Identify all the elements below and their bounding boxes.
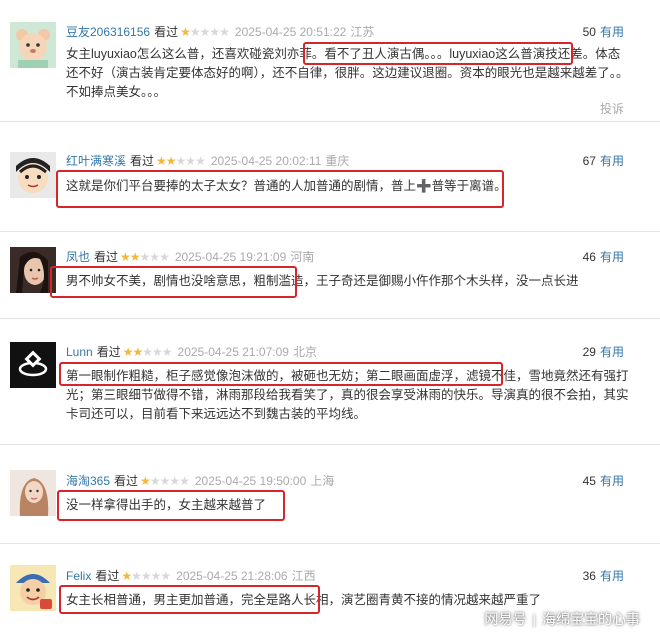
vote-count: 67 有用 bbox=[583, 153, 624, 169]
username-link[interactable]: 海淘365 bbox=[66, 474, 110, 488]
rating-stars: ★★★★★ bbox=[180, 25, 230, 39]
watermark-site: 网易号 bbox=[484, 611, 527, 627]
review-time: 2025-04-25 21:28:06 bbox=[176, 569, 288, 583]
rating-stars: ★★★★★ bbox=[122, 345, 173, 359]
watched-label: 看过 bbox=[114, 474, 139, 488]
review-location: 江西 bbox=[291, 569, 316, 583]
useful-button[interactable]: 有用 bbox=[600, 345, 624, 359]
vote-number: 45 bbox=[582, 474, 596, 488]
divider bbox=[0, 231, 660, 232]
watched-label: 看过 bbox=[130, 154, 155, 168]
vote-number: 46 bbox=[582, 250, 596, 264]
cartoon-avatar-icon bbox=[10, 565, 56, 611]
review-meta: 豆友206316156 看过 ★★★★★ 2025-04-25 20:51:22 江苏 bbox=[66, 24, 374, 40]
review-meta: 红叶满寒溪 看过 ★★★★★ 2025-04-25 20:02:11 重庆 bbox=[66, 153, 349, 169]
watermark-separator: | bbox=[532, 611, 536, 627]
portrait-avatar-icon bbox=[10, 470, 56, 516]
useful-button[interactable]: 有用 bbox=[600, 250, 624, 264]
divider bbox=[0, 121, 660, 122]
vote-number: 67 bbox=[582, 154, 596, 168]
review-location: 河南 bbox=[290, 250, 315, 264]
useful-button[interactable]: 有用 bbox=[600, 25, 624, 39]
watched-label: 看过 bbox=[95, 569, 120, 583]
avatar[interactable] bbox=[10, 342, 56, 388]
watched-label: 看过 bbox=[96, 345, 121, 359]
avatar[interactable] bbox=[10, 247, 56, 293]
review-meta: 凤也 看过 ★★★★★ 2025-04-25 19:21:09 河南 bbox=[66, 249, 314, 265]
username-link[interactable]: 红叶满寒溪 bbox=[66, 154, 126, 168]
vote-count: 50 有用 bbox=[583, 24, 624, 40]
report-link[interactable]: 投诉 bbox=[600, 100, 624, 117]
divider bbox=[0, 318, 660, 319]
review-time: 2025-04-25 21:07:09 bbox=[177, 345, 289, 359]
portrait-avatar-icon bbox=[10, 247, 56, 293]
watched-label: 看过 bbox=[94, 250, 119, 264]
username-link[interactable]: 豆友206316156 bbox=[66, 25, 150, 39]
review-location: 上海 bbox=[310, 474, 335, 488]
review-text: 男不帅女不美，剧情也没啥意思，粗制滥造，王子奇还是御赐小仵作那个木头样，没一点长… bbox=[66, 274, 579, 288]
review-text: 没一样拿得出手的，女主越来越普了 bbox=[66, 498, 267, 512]
avatar[interactable] bbox=[10, 22, 56, 68]
username-link[interactable]: 凤也 bbox=[66, 250, 90, 264]
review-time: 2025-04-25 20:02:11 bbox=[210, 154, 322, 168]
review-text: 女主长相普通，男主更加普通，完全是路人长相，演艺圈青黄不接的情况越来越严重了 bbox=[66, 593, 542, 607]
vote-count: 36 有用 bbox=[583, 568, 624, 584]
vote-count: 29 有用 bbox=[583, 344, 624, 360]
review-meta: Felix 看过 ★★★★★ 2025-04-25 21:28:06 江西 bbox=[66, 568, 316, 584]
review-time: 2025-04-25 19:50:00 bbox=[194, 474, 307, 488]
useful-button[interactable]: 有用 bbox=[600, 474, 624, 488]
vote-count: 46 有用 bbox=[583, 249, 624, 265]
rating-stars: ★★★★★ bbox=[120, 250, 170, 264]
review-time: 2025-04-25 20:51:22 bbox=[234, 25, 347, 39]
review-meta: Lunn 看过 ★★★★★ 2025-04-25 21:07:09 北京 bbox=[66, 344, 317, 360]
cartoon-avatar-icon bbox=[10, 152, 56, 198]
review-location: 北京 bbox=[292, 345, 317, 359]
vote-count: 45 有用 bbox=[583, 473, 624, 489]
rating-stars: ★★★★★ bbox=[121, 569, 171, 583]
username-link[interactable]: Lunn bbox=[66, 345, 93, 359]
review-location: 江苏 bbox=[350, 25, 375, 39]
review-meta: 海淘365 看过 ★★★★★ 2025-04-25 19:50:00 上海 bbox=[66, 473, 334, 489]
useful-button[interactable]: 有用 bbox=[600, 154, 624, 168]
vote-number: 50 bbox=[582, 25, 596, 39]
watermark: 网易号 | 海绵宝宝的心事 bbox=[484, 609, 640, 629]
useful-button[interactable]: 有用 bbox=[600, 569, 624, 583]
review-text: 这就是你们平台要捧的太子太女？普通的人加普通的剧情，普上➕普等于离谱。 bbox=[66, 179, 507, 193]
review-text: 女主luyuxiao怎么这么普，还喜欢碰瓷刘亦菲。看不了丑人演古偶。。。luyu… bbox=[66, 47, 629, 99]
vote-number: 36 bbox=[582, 569, 596, 583]
rating-stars: ★★★★★ bbox=[140, 474, 190, 488]
logo-avatar-icon bbox=[10, 342, 56, 388]
review-text: 第一眼制作粗糙，柜子感觉像泡沫做的，被砸也无妨；第二眼画面虚浮，滤镜不佳，雪地竟… bbox=[66, 369, 629, 421]
divider bbox=[0, 444, 660, 445]
vote-number: 29 bbox=[582, 345, 596, 359]
username-link[interactable]: Felix bbox=[66, 569, 91, 583]
divider bbox=[0, 543, 660, 544]
bear-avatar-icon bbox=[10, 22, 56, 68]
avatar[interactable] bbox=[10, 565, 56, 611]
review-time: 2025-04-25 19:21:09 bbox=[174, 250, 287, 264]
avatar[interactable] bbox=[10, 152, 56, 198]
watched-label: 看过 bbox=[154, 25, 179, 39]
rating-stars: ★★★★★ bbox=[156, 154, 206, 168]
review-location: 重庆 bbox=[325, 154, 350, 168]
avatar[interactable] bbox=[10, 470, 56, 516]
watermark-author: 海绵宝宝的心事 bbox=[542, 611, 640, 627]
